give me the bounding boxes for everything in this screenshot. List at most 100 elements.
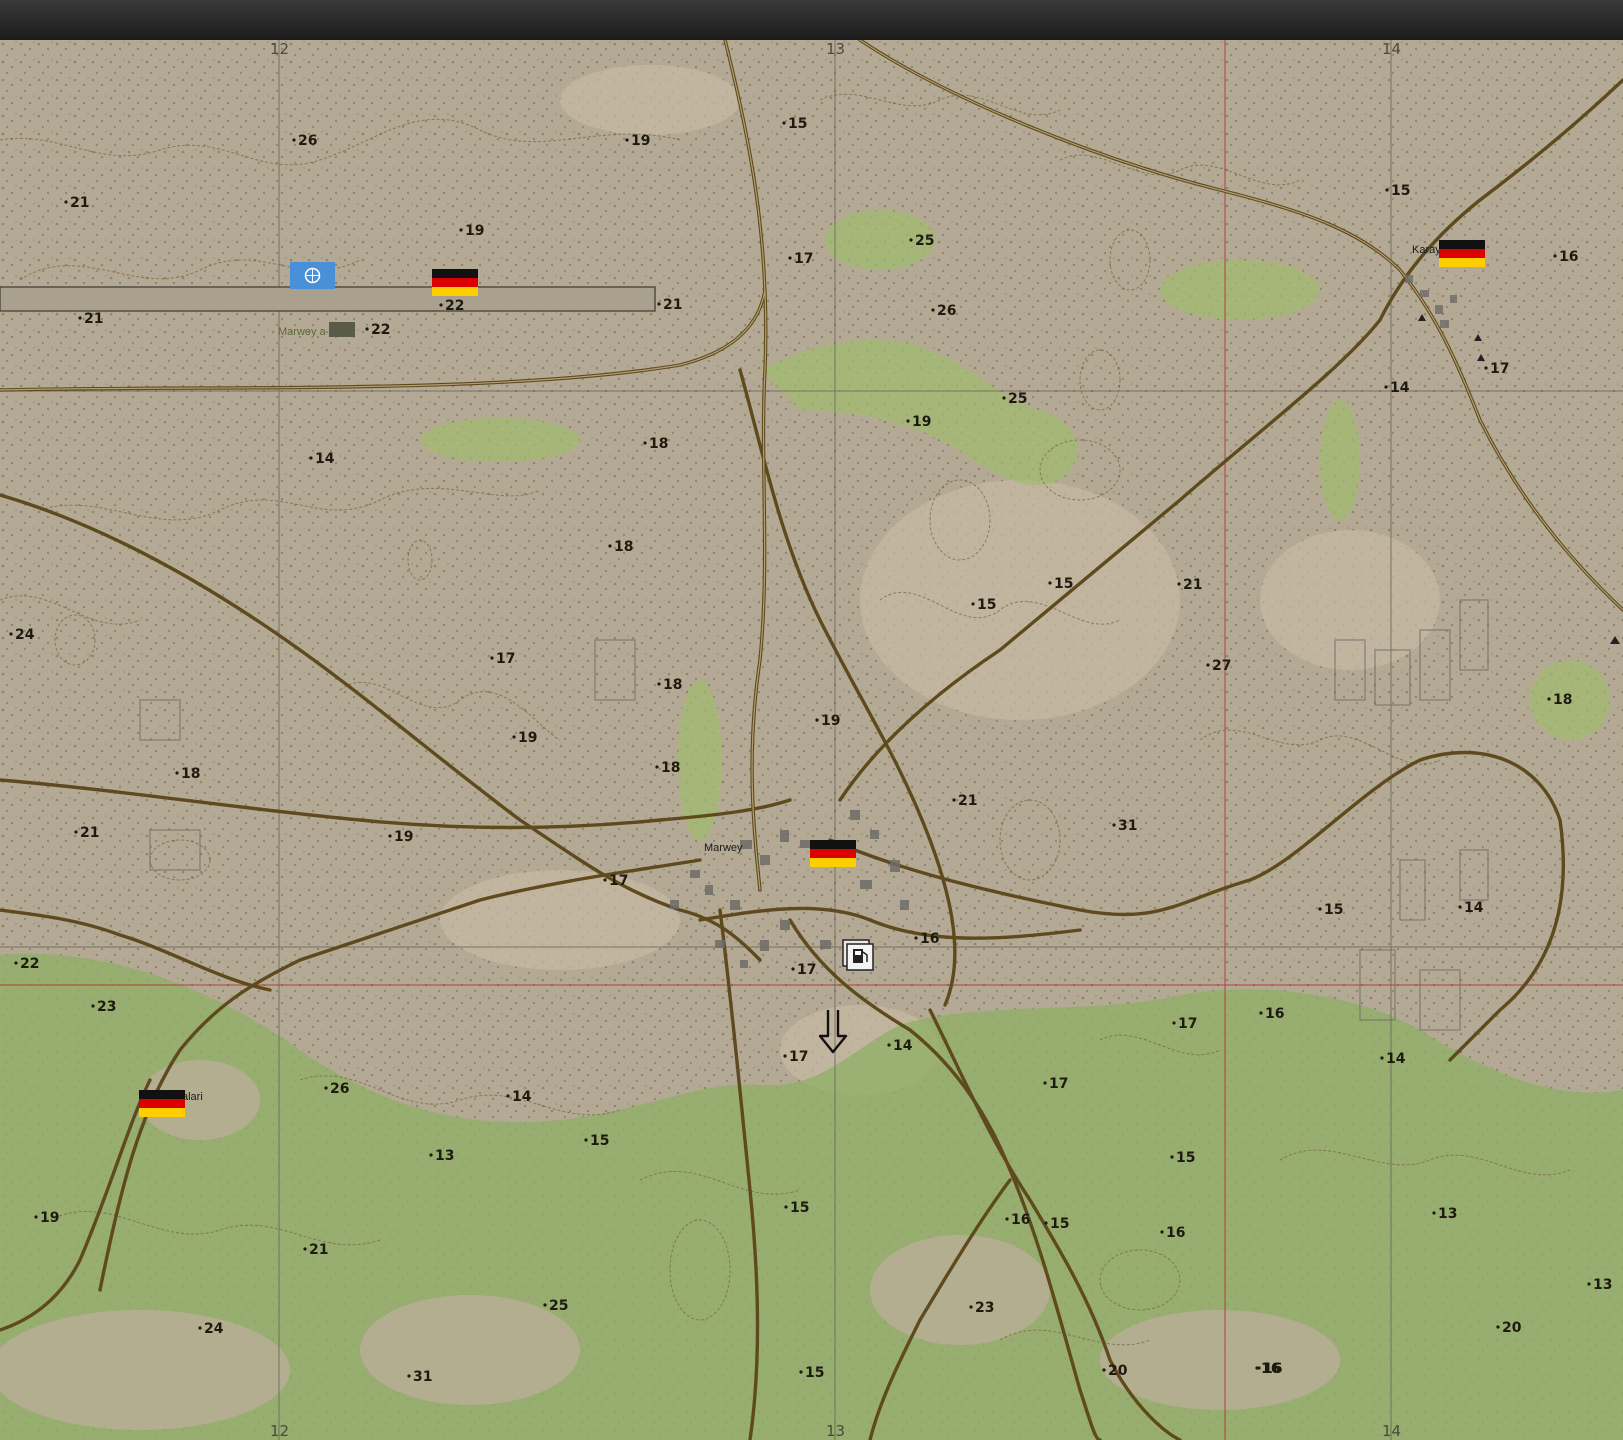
elevation-dot <box>1005 1217 1009 1221</box>
grid-label-14-bottom: 14 <box>1382 1422 1401 1440</box>
elevation-dot <box>906 419 910 423</box>
elevation-dot <box>1177 582 1181 586</box>
elevation-label: 18 <box>1553 692 1572 708</box>
town-label-marwey[interactable]: Marwey <box>704 842 743 854</box>
elevation-dot <box>1547 697 1551 701</box>
elevation-label: 16 <box>1559 249 1578 265</box>
elevation-label: 18 <box>661 760 680 776</box>
elevation-dot <box>1112 823 1116 827</box>
elevation-dot <box>543 1303 547 1307</box>
elevation-label: 15 <box>1391 183 1410 199</box>
elevation-label: 16 <box>920 931 939 947</box>
elevation-dot <box>657 302 661 306</box>
elevation-label: 17 <box>789 1049 808 1065</box>
elevation-label: 13 <box>435 1148 454 1164</box>
elevation-dot <box>784 1205 788 1209</box>
elevation-dot <box>603 878 607 882</box>
elevation-dot <box>91 1004 95 1008</box>
elevation-label: 18 <box>663 677 682 693</box>
elevation-label: 17 <box>609 873 628 889</box>
elevation-dot <box>1048 581 1052 585</box>
germany-flag-alari[interactable] <box>139 1090 185 1117</box>
elevation-dot <box>78 316 82 320</box>
elevation-dot <box>1172 1021 1176 1025</box>
map-canvas[interactable]: 12 13 14 12 13 14 Marwey Karay alari Mar… <box>0 40 1623 1440</box>
elevation-dot <box>459 228 463 232</box>
un-flag-marker[interactable] <box>290 262 335 289</box>
elevation-label: 19 <box>465 223 484 239</box>
elevation-dot <box>1484 366 1488 370</box>
elevation-dot <box>490 656 494 660</box>
elevation-dot <box>1255 1366 1259 1370</box>
elevation-dot <box>303 1247 307 1251</box>
elevation-label: 17 <box>1049 1076 1068 1092</box>
germany-flag-karay[interactable] <box>1439 240 1485 267</box>
elevation-dot <box>14 961 18 965</box>
grid-label-13-top: 13 <box>826 40 845 58</box>
elevation-label: 14 <box>1464 900 1484 916</box>
elevation-dot <box>1002 396 1006 400</box>
elevation-label: 15 <box>1176 1150 1195 1166</box>
elevation-dot <box>815 718 819 722</box>
elevation-dot <box>324 1086 328 1090</box>
elevation-dot <box>782 121 786 125</box>
elevation-dot <box>1587 1282 1591 1286</box>
elevation-label: 17 <box>794 251 813 267</box>
elevation-dot <box>657 682 661 686</box>
elevation-label: 19 <box>518 730 537 746</box>
elevation-label: 22 <box>445 298 464 314</box>
elevation-label: 31 <box>413 1369 432 1385</box>
elevation-label: 18 <box>649 436 668 452</box>
elevation-label: 15 <box>788 116 807 132</box>
elevation-dot <box>175 771 179 775</box>
elevation-dot <box>512 735 516 739</box>
germany-flag-marwey[interactable] <box>810 840 856 867</box>
elevation-label: 16 <box>1166 1225 1185 1241</box>
elevation-label: 14 <box>893 1038 913 1054</box>
elevation-dot <box>791 967 795 971</box>
elevation-label: 18 <box>181 766 200 782</box>
elevation-label: 24 <box>15 627 35 643</box>
germany-flag-airfield[interactable] <box>432 269 478 296</box>
elevation-label: 25 <box>549 1298 568 1314</box>
elevation-label: 23 <box>97 999 116 1015</box>
elevation-dot <box>64 200 68 204</box>
elevation-label: 26 <box>937 303 956 319</box>
elevation-label: 14 <box>1390 380 1410 396</box>
elevation-label: 19 <box>821 713 840 729</box>
top-bar <box>0 0 1623 40</box>
elevation-dot <box>643 441 647 445</box>
elevation-label: 27 <box>1212 658 1231 674</box>
elevation-dot <box>74 830 78 834</box>
airfield-runway <box>0 286 656 312</box>
elevation-dot <box>365 327 369 331</box>
elevation-label: 25 <box>1008 391 1027 407</box>
elevation-label: 15 <box>805 1365 824 1381</box>
elevation-dot <box>1043 1081 1047 1085</box>
elevation-dot <box>655 765 659 769</box>
airfield-hangar <box>329 322 355 337</box>
elevation-dot <box>309 456 313 460</box>
elevation-dot <box>608 544 612 548</box>
elevation-dot <box>1160 1230 1164 1234</box>
elevation-label: 19 <box>912 414 931 430</box>
fuel-station-icon[interactable] <box>842 939 874 971</box>
elevation-label: 20 <box>1502 1320 1522 1336</box>
elevation-label: 17 <box>1178 1016 1197 1032</box>
elevation-dot <box>1170 1155 1174 1159</box>
elevation-dot <box>1458 905 1462 909</box>
elevation-dot <box>1102 1368 1106 1372</box>
map-view[interactable]: 12 13 14 12 13 14 Marwey Karay alari Mar… <box>0 40 1623 1440</box>
elevation-label: 17 <box>1490 361 1509 377</box>
elevation-label: 26 <box>298 133 317 149</box>
elevation-label: 14 <box>512 1089 532 1105</box>
elevation-label: 15 <box>790 1200 809 1216</box>
elevation-label: 21 <box>309 1242 328 1258</box>
elevation-dot <box>1206 663 1210 667</box>
elevation-dot <box>1259 1011 1263 1015</box>
elevation-dot <box>198 1326 202 1330</box>
elevation-label: 17 <box>797 962 816 978</box>
town-label-karay[interactable]: Karay <box>1412 244 1441 256</box>
town-label-marwey-airfield[interactable]: Marwey a <box>278 326 327 338</box>
town-label-alari[interactable]: alari <box>182 1091 203 1103</box>
